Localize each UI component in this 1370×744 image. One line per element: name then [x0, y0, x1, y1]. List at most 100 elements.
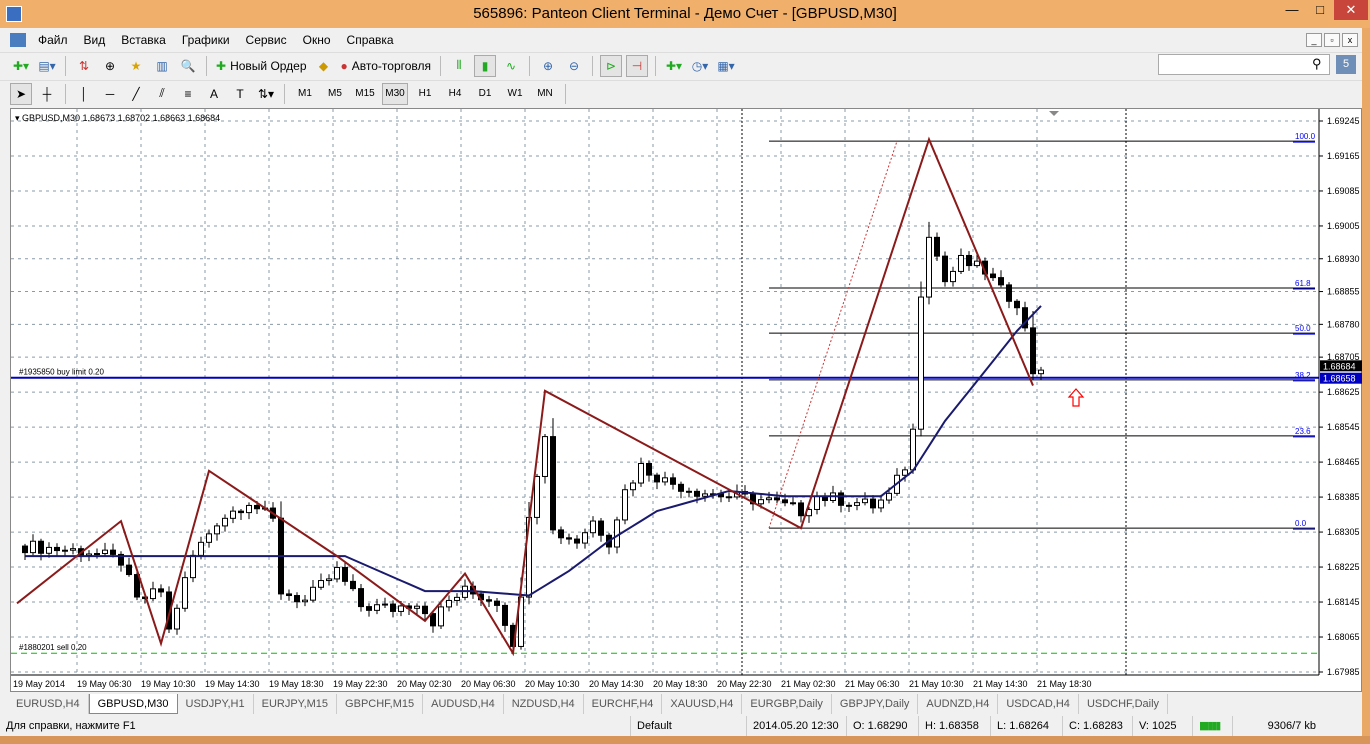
chart-tab[interactable]: AUDNZD,H4 — [918, 694, 999, 714]
text-icon[interactable]: A — [203, 83, 225, 105]
notifications-badge[interactable]: 5 — [1336, 55, 1356, 74]
bear-candle — [502, 604, 508, 626]
autotrading-button[interactable]: ● Авто-торговля — [339, 55, 434, 77]
fibonacci-icon[interactable]: ≡ — [177, 83, 199, 105]
timeframe-mn[interactable]: MN — [532, 83, 558, 105]
chart-tab[interactable]: USDCAD,H4 — [998, 694, 1079, 714]
timeframe-m30[interactable]: M30 — [382, 82, 408, 105]
timeframe-m5[interactable]: M5 — [322, 83, 348, 105]
price-tick-label: 1.69165 — [1327, 151, 1360, 161]
chart-tab[interactable]: GBPCHF,M15 — [337, 694, 424, 714]
bar-chart-icon[interactable]: ⫴ — [448, 55, 470, 77]
time-tick-label: 21 May 18:30 — [1037, 679, 1092, 689]
new-chart-icon[interactable]: ✚▾ — [10, 55, 32, 77]
auto-scroll-icon[interactable]: ⊳ — [600, 54, 623, 77]
zoom-out-icon[interactable]: ⊖ — [563, 55, 585, 77]
bear-candle — [494, 600, 500, 606]
horizontal-line-icon[interactable]: ─ — [99, 83, 121, 105]
menu-tools[interactable]: Сервис — [238, 33, 295, 47]
autotrading-label: Авто-торговля — [351, 58, 432, 73]
text-label-icon[interactable]: T — [229, 83, 251, 105]
chart-tab[interactable]: AUDUSD,H4 — [423, 694, 504, 714]
bear-candle — [566, 537, 572, 540]
bear-candle — [574, 538, 580, 544]
menu-window[interactable]: Окно — [295, 33, 339, 47]
bear-candle — [366, 606, 372, 611]
line-chart-icon[interactable]: ∿ — [500, 55, 522, 77]
crosshair-icon[interactable]: ┼ — [36, 83, 58, 105]
chart-tab[interactable]: USDJPY,H1 — [178, 694, 254, 714]
strategy-tester-icon[interactable]: 🔍 — [177, 55, 199, 77]
data-window-icon[interactable]: ⊕ — [99, 55, 121, 77]
bull-candle — [918, 296, 924, 430]
bear-candle — [286, 593, 292, 597]
chart-tab[interactable]: EURGBP,Daily — [742, 694, 832, 714]
metaeditor-icon[interactable]: ◆ — [313, 55, 335, 77]
arrows-icon[interactable]: ⇅▾ — [255, 83, 277, 105]
minimize-button[interactable]: — — [1278, 0, 1306, 20]
timeframe-d1[interactable]: D1 — [472, 83, 498, 105]
market-watch-icon[interactable]: ⇅ — [73, 55, 95, 77]
separator — [440, 55, 442, 76]
menu-file[interactable]: Файл — [30, 33, 76, 47]
status-bar: Для справки, нажмите F1 Default 2014.05.… — [0, 716, 1362, 736]
chart-tab[interactable]: EURJPY,M15 — [254, 694, 338, 714]
mdi-close-button[interactable]: x — [1342, 33, 1358, 47]
vertical-line-icon[interactable]: │ — [73, 83, 95, 105]
bull-candle — [702, 493, 708, 497]
trendline-icon[interactable]: ╱ — [125, 83, 147, 105]
cursor-icon[interactable]: ➤ — [10, 82, 32, 105]
connection-icon: ▮▮▮▮▮ — [1192, 716, 1232, 736]
menu-help[interactable]: Справка — [339, 33, 402, 47]
close-button[interactable]: ✕ — [1334, 0, 1368, 20]
terminal-icon[interactable]: ▥ — [151, 55, 173, 77]
bull-candle — [926, 236, 932, 298]
price-chart[interactable]: #1935850 buy limit 0.20 #1880201 sell 0.2… — [11, 109, 1363, 693]
equidistant-channel-icon[interactable]: ⫽ — [151, 83, 173, 105]
candlestick-icon[interactable]: ▮ — [474, 54, 497, 77]
bear-candle — [550, 436, 556, 531]
status-low: L: 1.68264 — [990, 716, 1062, 736]
status-help: Для справки, нажмите F1 — [6, 720, 136, 732]
search-icon[interactable]: ⚲ — [1312, 56, 1322, 72]
new-order-button[interactable]: ✚ Новый Ордер — [214, 55, 309, 77]
chart-tab[interactable]: EURCHF,H4 — [584, 694, 663, 714]
templates-icon[interactable]: ▦▾ — [715, 55, 737, 77]
chart-shift-icon[interactable]: ⊣ — [626, 54, 649, 77]
mdi-minimize-button[interactable]: _ — [1306, 33, 1322, 47]
chart-tab[interactable]: GBPUSD,M30 — [88, 694, 178, 714]
chart-tab[interactable]: XAUUSD,H4 — [662, 694, 743, 714]
menu-view[interactable]: Вид — [76, 33, 114, 47]
chart-tab[interactable]: NZDUSD,H4 — [504, 694, 584, 714]
menu-charts[interactable]: Графики — [174, 33, 238, 47]
bull-candle — [398, 605, 404, 612]
bull-candle — [542, 436, 548, 477]
timeframe-m15[interactable]: M15 — [352, 83, 378, 105]
indicators-icon[interactable]: ✚▾ — [663, 55, 685, 77]
time-tick-label: 20 May 10:30 — [525, 679, 580, 689]
timeframe-h1[interactable]: H1 — [412, 83, 438, 105]
bull-candle — [414, 605, 420, 609]
chart-tab[interactable]: USDCHF,Daily — [1079, 694, 1169, 714]
profiles-icon[interactable]: ▤▾ — [36, 55, 58, 77]
time-tick-label: 20 May 14:30 — [589, 679, 644, 689]
chart-tab[interactable]: GBPJPY,Daily — [832, 694, 919, 714]
status-profile: Default — [630, 716, 746, 736]
timeframe-h4[interactable]: H4 — [442, 83, 468, 105]
navigator-icon[interactable]: ★ — [125, 55, 147, 77]
periods-icon[interactable]: ◷▾ — [689, 55, 711, 77]
bull-candle — [174, 607, 180, 630]
bull-candle — [766, 497, 772, 501]
timeframe-m1[interactable]: M1 — [292, 83, 318, 105]
menu-insert[interactable]: Вставка — [113, 33, 174, 47]
time-tick-label: 21 May 02:30 — [781, 679, 836, 689]
maximize-button[interactable]: □ — [1306, 0, 1334, 20]
price-tick-label: 1.68385 — [1327, 492, 1360, 502]
timeframe-w1[interactable]: W1 — [502, 83, 528, 105]
search-input[interactable] — [1158, 54, 1330, 75]
zoom-in-icon[interactable]: ⊕ — [537, 55, 559, 77]
chart-tab[interactable]: EURUSD,H4 — [8, 694, 89, 714]
bear-candle — [686, 490, 692, 493]
chart-window[interactable]: #1935850 buy limit 0.20 #1880201 sell 0.2… — [10, 108, 1362, 692]
mdi-restore-button[interactable]: ▫ — [1324, 33, 1340, 47]
